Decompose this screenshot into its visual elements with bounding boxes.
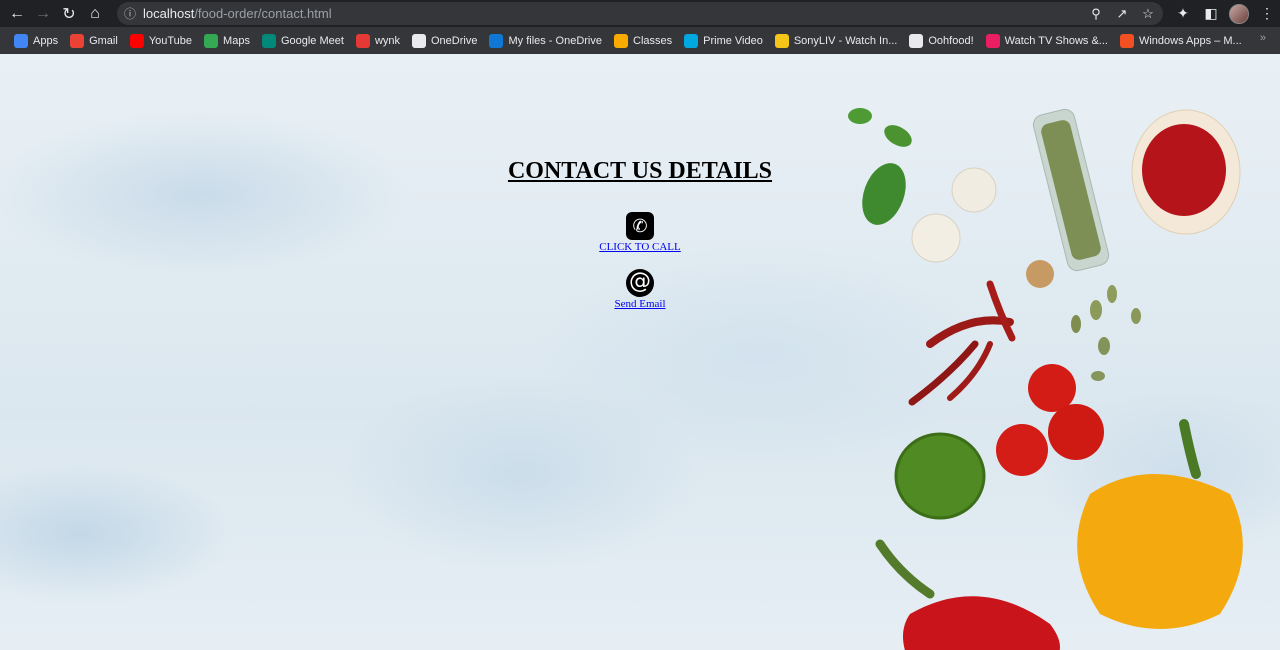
bookmark-label: Prime Video <box>703 34 763 47</box>
bookmark-item[interactable]: YouTube <box>124 30 198 52</box>
avatar <box>1229 3 1249 24</box>
bookmark-label: YouTube <box>148 34 193 47</box>
bookmark-item[interactable]: Oohfood! <box>903 30 979 52</box>
bookmark-label: Oohfood! <box>928 34 974 47</box>
bookmark-favicon-icon <box>412 33 426 48</box>
bookmark-item[interactable]: Apps <box>8 30 64 52</box>
bookmark-favicon-icon <box>909 33 924 48</box>
bookmark-favicon-icon <box>489 33 504 48</box>
bookmark-label: Google Meet <box>280 34 344 47</box>
bookmark-favicon-icon <box>774 33 789 48</box>
bookmark-favicon-icon <box>70 33 85 48</box>
forward-arrow-icon[interactable]: → <box>30 1 56 27</box>
url-path: /food-order/contact.html <box>194 6 332 21</box>
bookmark-label: Watch TV Shows &... <box>1004 34 1108 47</box>
address-bar[interactable]: ⓘ localhost/food-order/contact.html ⚲ ↗ … <box>117 2 1163 25</box>
send-email-link[interactable]: Send Email <box>0 298 1280 310</box>
bookmark-favicon-icon <box>614 33 628 48</box>
extensions-puzzle-icon[interactable]: ✦ <box>1170 1 1196 27</box>
bookmark-item[interactable]: Classes <box>608 30 678 52</box>
bookmark-label: Gmail <box>89 34 118 47</box>
bookmark-favicon-icon <box>261 33 276 48</box>
bookmark-label: OneDrive <box>431 34 478 47</box>
zoom-icon[interactable]: ⚲ <box>1085 6 1107 22</box>
bookmark-item[interactable]: Watch TV Shows &... <box>980 30 1114 52</box>
bookmark-label: wynk <box>374 34 400 47</box>
bookmark-item[interactable]: Gmail <box>64 30 124 52</box>
at-sign-icon[interactable]: @ <box>626 269 654 297</box>
site-info-icon[interactable]: ⓘ <box>117 5 143 22</box>
bookmark-item[interactable]: wynk <box>350 30 406 52</box>
page-viewport: CONTACT US DETAILS ✆ CLICK TO CALL @ Sen… <box>0 54 1280 650</box>
share-icon[interactable]: ↗ <box>1111 6 1133 22</box>
click-to-call-link[interactable]: CLICK TO CALL <box>0 241 1280 253</box>
bookmark-item[interactable]: OneDrive <box>406 30 483 52</box>
bookmark-label: My files - OneDrive <box>508 34 602 47</box>
bookmark-label: Windows Apps – M... <box>1138 34 1242 47</box>
call-contact: ✆ CLICK TO CALL <box>0 212 1280 253</box>
phone-icon[interactable]: ✆ <box>626 212 654 240</box>
bookmark-item[interactable]: Prime Video <box>678 30 769 52</box>
bookmark-favicon-icon <box>985 33 1000 48</box>
bookmark-favicon-icon <box>355 33 370 48</box>
profile-avatar[interactable] <box>1226 1 1252 27</box>
bookmark-favicon-icon <box>204 33 219 48</box>
bookmark-favicon-icon <box>14 33 28 48</box>
bookmark-item[interactable]: SonyLIV - Watch In... <box>769 30 904 52</box>
bookmark-label: Classes <box>633 34 673 47</box>
bookmark-favicon-icon <box>129 33 144 48</box>
back-arrow-icon[interactable]: ← <box>4 1 30 27</box>
bookmark-favicon-icon <box>684 33 699 48</box>
bookmark-favicon-icon <box>1119 33 1134 48</box>
url-host: localhost <box>143 6 195 21</box>
vegetables-background-image <box>848 108 1243 650</box>
bookmark-item[interactable]: Maps <box>198 30 256 52</box>
page-title: CONTACT US DETAILS <box>507 158 773 184</box>
menu-kebab-icon[interactable]: ⋮ <box>1254 1 1280 27</box>
browser-toolbar: ← → ↻ ⌂ ⓘ localhost/food-order/contact.h… <box>0 0 1280 27</box>
bookmark-item[interactable]: Google Meet <box>256 30 350 52</box>
reload-icon[interactable]: ↻ <box>56 1 82 27</box>
address-bar-url[interactable]: localhost/food-order/contact.html <box>143 6 332 21</box>
bookmark-label: SonyLIV - Watch In... <box>793 34 898 47</box>
bookmarks-overflow-icon[interactable]: » <box>1260 32 1266 44</box>
bookmark-label: Apps <box>33 34 59 47</box>
bookmark-item[interactable]: My files - OneDrive <box>483 30 608 52</box>
bookmark-item[interactable]: Windows Apps – M... <box>1114 30 1248 52</box>
side-panel-icon[interactable]: ◧ <box>1198 1 1224 27</box>
bookmarks-bar: Apps Gmail YouTube Maps Google Meet wynk OneDr… <box>0 27 1280 54</box>
email-contact: @ Send Email <box>0 269 1280 310</box>
home-icon[interactable]: ⌂ <box>82 1 108 27</box>
bookmark-label: Maps <box>223 34 250 47</box>
bookmark-star-icon[interactable]: ☆ <box>1137 6 1159 22</box>
